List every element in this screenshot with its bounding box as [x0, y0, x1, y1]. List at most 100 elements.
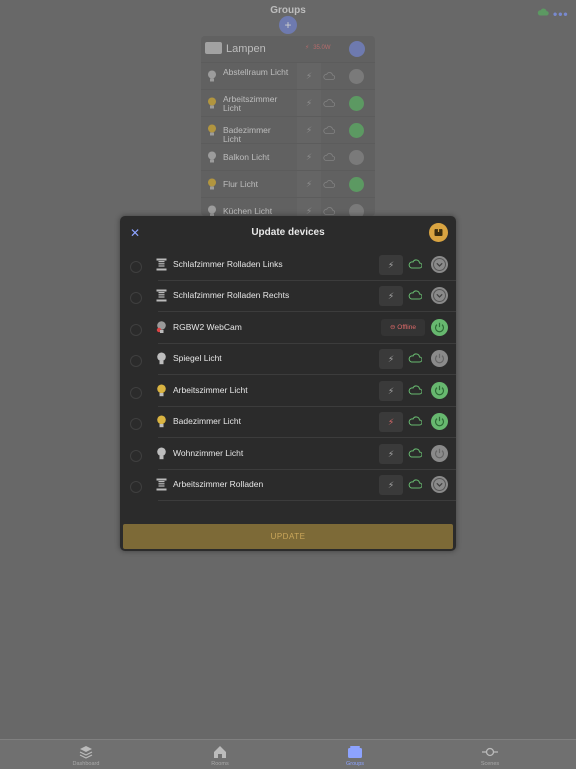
group-item-label: Flur Licht [223, 179, 258, 189]
bulb-icon [207, 70, 217, 82]
device-row[interactable]: Schlafzimmer Rolladen Rechts ⚡ [120, 281, 456, 312]
row-divider [158, 437, 456, 438]
tab-scenes[interactable]: Scenes [450, 740, 530, 769]
device-row[interactable]: Arbeitszimmer Licht ⚡ [120, 376, 456, 407]
cloud-icon [323, 153, 335, 161]
group-item[interactable]: Flur Licht ⚡ [201, 170, 375, 198]
group-power-value: 35.0W [313, 45, 331, 51]
expand-button[interactable] [431, 287, 448, 304]
cloud-icon [408, 448, 422, 458]
group-name: Lampen [226, 43, 266, 55]
bolt-icon[interactable]: ⚡ [379, 381, 403, 401]
folder-icon [205, 42, 222, 54]
bolt-icon[interactable]: ⚡ [297, 117, 321, 144]
row-divider [158, 500, 456, 501]
tab-label: Rooms [211, 761, 229, 767]
cloud-icon[interactable] [537, 8, 549, 16]
upload-icon[interactable] [429, 223, 448, 242]
device-label: Wohnzimmer Licht [173, 448, 244, 458]
bulb-icon [156, 447, 167, 460]
power-button[interactable] [431, 413, 448, 430]
tab-rooms[interactable]: Rooms [180, 740, 260, 769]
select-radio[interactable] [130, 387, 142, 399]
add-group-button[interactable]: + [279, 16, 297, 34]
ellipsis-icon[interactable]: ••• [553, 7, 569, 21]
update-button[interactable]: UPDATE [123, 524, 453, 549]
bolt-icon[interactable]: ⚡ [379, 255, 403, 275]
tab-dashboard[interactable]: Dashboard [46, 740, 126, 769]
bolt-icon[interactable]: ⚡ [379, 475, 403, 495]
row-divider [158, 311, 456, 312]
group-item-label: Abstellraum Licht [223, 67, 289, 77]
tab-bar: Dashboard Rooms Groups Scenes [0, 739, 576, 769]
bolt-icon[interactable]: ⚡ [297, 171, 321, 198]
power-button[interactable] [431, 350, 448, 367]
group-header[interactable]: Lampen ⚡ 35.0W [201, 36, 375, 62]
bolt-icon[interactable]: ⚡ [379, 412, 403, 432]
select-radio[interactable] [130, 355, 142, 367]
select-radio[interactable] [130, 292, 142, 304]
bolt-icon[interactable]: ⚡ [379, 286, 403, 306]
bulb-icon [207, 97, 217, 109]
cloud-icon [408, 290, 422, 300]
device-row[interactable]: Spiegel Licht ⚡ [120, 344, 456, 375]
expand-button[interactable] [431, 476, 448, 493]
bulb-icon [207, 178, 217, 190]
group-item-label: Arbeitszimmer Licht [223, 94, 278, 113]
power-button[interactable] [349, 150, 364, 165]
bolt-icon[interactable]: ⚡ [379, 349, 403, 369]
power-button[interactable] [349, 177, 364, 192]
bolt-icon[interactable]: ⚡ [297, 63, 321, 90]
shutter-icon [156, 258, 167, 271]
group-item[interactable]: Balkon Licht ⚡ [201, 143, 375, 171]
device-row[interactable]: Arbeitszimmer Rolladen ⚡ [120, 470, 456, 501]
modal-header: ✕ Update devices [120, 216, 456, 250]
power-button[interactable] [349, 69, 364, 84]
groups-icon [347, 744, 363, 760]
device-row[interactable]: RGBW2 WebCam ⊖ Offline [120, 313, 456, 344]
select-radio[interactable] [130, 481, 142, 493]
power-button[interactable] [431, 445, 448, 462]
select-radio[interactable] [130, 450, 142, 462]
power-button[interactable] [349, 204, 364, 216]
group-item[interactable]: Arbeitszimmer Licht ⚡ [201, 89, 375, 117]
select-radio[interactable] [130, 261, 142, 273]
device-label: Badezimmer Licht [173, 416, 242, 426]
cloud-icon [323, 99, 335, 107]
device-label: Schlafzimmer Rolladen Rechts [173, 290, 290, 300]
tab-groups[interactable]: Groups [315, 740, 395, 769]
bolt-icon: ⚡ [305, 45, 310, 51]
offline-text: Offline [397, 324, 416, 331]
select-radio[interactable] [130, 418, 142, 430]
power-button[interactable] [431, 382, 448, 399]
device-label: RGBW2 WebCam [173, 322, 242, 332]
power-button[interactable] [431, 319, 448, 336]
power-button[interactable] [349, 123, 364, 138]
layers-icon [78, 744, 94, 760]
bolt-icon[interactable]: ⚡ [297, 198, 321, 216]
group-item[interactable]: Badezimmer Licht ⚡ [201, 116, 375, 144]
group-item[interactable]: Küchen Licht ⚡ [201, 197, 375, 216]
select-radio[interactable] [130, 324, 142, 336]
bolt-icon[interactable]: ⚡ [379, 444, 403, 464]
device-row[interactable]: Badezimmer Licht ⚡ [120, 407, 456, 438]
power-button[interactable] [349, 96, 364, 111]
group-card: Lampen ⚡ 35.0W Abstellraum Licht ⚡ Arbeit… [201, 36, 375, 216]
tab-label: Groups [345, 761, 365, 767]
bulb-icon [156, 352, 167, 365]
group-power-button[interactable] [349, 41, 365, 57]
device-row[interactable]: Schlafzimmer Rolladen Links ⚡ [120, 250, 456, 281]
expand-button[interactable] [431, 256, 448, 273]
bulb-icon [207, 205, 217, 216]
bolt-icon[interactable]: ⚡ [297, 90, 321, 117]
device-row[interactable]: Wohnzimmer Licht ⚡ [120, 439, 456, 470]
device-label: Arbeitszimmer Rolladen [173, 479, 264, 489]
tab-label: Dashboard [72, 761, 100, 767]
cloud-icon [408, 259, 422, 269]
bolt-icon[interactable]: ⚡ [297, 144, 321, 171]
group-item-label: Balkon Licht [223, 152, 270, 162]
group-item[interactable]: Abstellraum Licht ⚡ [201, 62, 375, 90]
cloud-icon [408, 385, 422, 395]
page-title: Groups [270, 5, 306, 16]
scene-icon [482, 744, 498, 760]
